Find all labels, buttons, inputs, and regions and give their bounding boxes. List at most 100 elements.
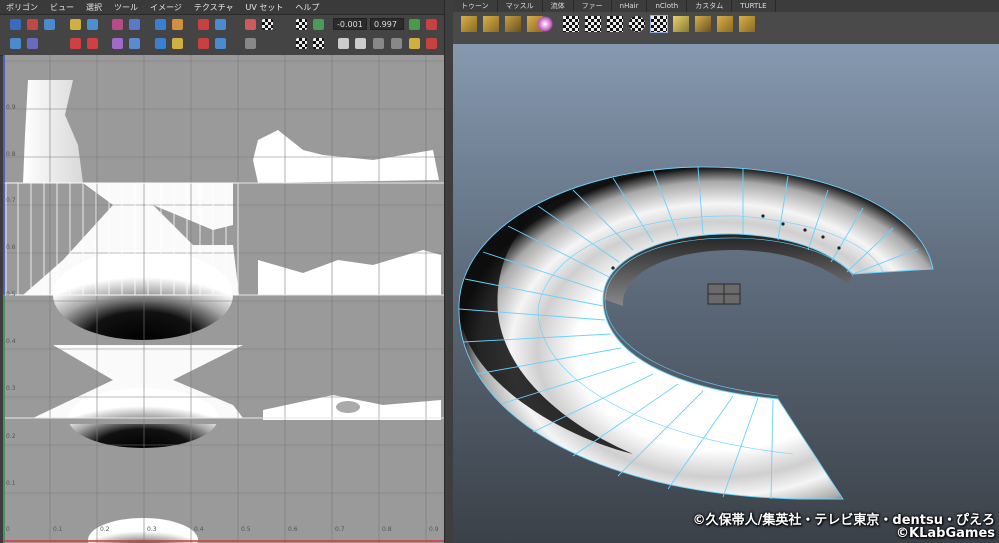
refresh-icon[interactable] — [426, 19, 437, 30]
uv-tool-icon[interactable] — [313, 19, 324, 30]
uv-tool-icon[interactable] — [44, 19, 55, 30]
tick-label: 0.7 — [335, 526, 345, 533]
shelf-tool-icon[interactable] — [717, 16, 733, 32]
perspective-viewport[interactable]: ©久保帯人/集英社・テレビ東京・dentsu・ぴえろ ©KLabGames — [453, 44, 999, 543]
shelf-tool-icon[interactable] — [673, 16, 689, 32]
uv-tool-icon[interactable] — [112, 19, 123, 30]
uv-tool-icon[interactable] — [129, 19, 140, 30]
tab-fluids[interactable]: 流体 — [543, 0, 574, 12]
tick-label: 0.6 — [6, 244, 16, 251]
uv-tool-icon[interactable] — [155, 19, 166, 30]
paste-icon[interactable] — [355, 38, 366, 49]
texture-patch — [253, 130, 439, 183]
tick-label: 0.1 — [6, 480, 16, 487]
tab-toon[interactable]: トゥーン — [453, 0, 498, 12]
uv-tool-icon[interactable] — [215, 19, 226, 30]
tick-label: 0.4 — [6, 338, 16, 345]
tick-label: 0.2 — [100, 526, 110, 533]
tab-nhair[interactable]: nHair — [612, 0, 648, 12]
tab-custom[interactable]: カスタム — [687, 0, 733, 12]
tick-label: 0.5 — [241, 526, 251, 533]
shelf-tool-icon[interactable] — [505, 16, 521, 32]
tick-label: 0.9 — [429, 526, 439, 533]
viewport-scene — [453, 44, 999, 543]
tab-fur[interactable]: ファー — [574, 0, 612, 12]
copy-icon[interactable] — [338, 38, 349, 49]
uv-canvas[interactable]: 0.9 0.8 0.7 0.6 0.5 0.4 0.3 0.2 0.1 0 0.… — [3, 55, 444, 543]
clipboard-icon[interactable] — [373, 38, 384, 49]
checker-icon[interactable] — [650, 15, 668, 33]
uv-tool-icon[interactable] — [10, 38, 21, 49]
checker-icon[interactable] — [296, 19, 307, 30]
tick-label: 0.5 — [6, 291, 16, 298]
menu-view[interactable]: ビュー — [50, 0, 74, 14]
clipboard-icon[interactable] — [391, 38, 402, 49]
menu-image[interactable]: イメージ — [150, 0, 182, 14]
refresh-icon[interactable] — [409, 19, 420, 30]
tick-label: 0.2 — [6, 433, 16, 440]
tick-label: 0.3 — [147, 526, 157, 533]
uv-tool-icon[interactable] — [27, 38, 38, 49]
uv-tool-icon[interactable] — [112, 38, 123, 49]
uv-tool-icon[interactable] — [426, 38, 437, 49]
uv-tool-icon[interactable] — [245, 38, 256, 49]
checker-icon[interactable] — [296, 38, 307, 49]
uv-tool-icon[interactable] — [155, 38, 166, 49]
menu-polygon[interactable]: ポリゴン — [6, 0, 38, 14]
image-icon[interactable] — [245, 19, 256, 30]
shelf-tool-icon[interactable] — [461, 16, 477, 32]
tick-label: 0.1 — [53, 526, 63, 533]
tick-label: 0.3 — [6, 385, 16, 392]
menu-tools[interactable]: ツール — [114, 0, 138, 14]
uv-menu-bar: ポリゴン ビュー 選択 ツール イメージ テクスチャ UV セット ヘルプ — [0, 0, 447, 15]
checker-icon[interactable] — [629, 16, 645, 32]
shelf-tool-icon[interactable] — [739, 16, 755, 32]
checker-icon[interactable] — [563, 16, 579, 32]
credit-line-2: ©KLabGames — [896, 526, 995, 541]
uv-tool-icon[interactable] — [215, 38, 226, 49]
tick-label: 0 — [6, 526, 10, 533]
shelf-tool-icon[interactable] — [695, 16, 711, 32]
move-icon[interactable] — [70, 19, 81, 30]
tick-label: 0.7 — [6, 197, 16, 204]
checker-icon[interactable] — [313, 38, 324, 49]
shelf: トゥーン マッスル 流体 ファー nHair nCloth カスタム TURTL… — [453, 0, 999, 44]
shelf-tool-icon[interactable] — [483, 16, 499, 32]
uv-coordinate-field-v[interactable]: 0.997 — [370, 18, 404, 30]
shelf-tab-bar: トゥーン マッスル 流体 ファー nHair nCloth カスタム TURTL… — [453, 0, 999, 12]
uv-texture-layout — [3, 55, 444, 543]
tab-ncloth[interactable]: nCloth — [647, 0, 688, 12]
uv-tool-icon[interactable] — [409, 38, 420, 49]
tick-label: 0.9 — [6, 104, 16, 111]
uv-tool-icon[interactable] — [10, 19, 21, 30]
uv-tool-icon[interactable] — [172, 19, 183, 30]
uv-toolbar: -0.001 0.997 — [0, 15, 447, 56]
uv-coordinate-field-u[interactable]: -0.001 — [333, 18, 367, 30]
uv-tool-icon[interactable] — [129, 38, 140, 49]
texture-patch — [258, 250, 441, 295]
uv-tool-icon[interactable] — [87, 38, 98, 49]
menu-uv-sets[interactable]: UV セット — [246, 0, 284, 14]
menu-select[interactable]: 選択 — [86, 0, 102, 14]
uv-tool-icon[interactable] — [172, 38, 183, 49]
tick-label: 0.4 — [194, 526, 204, 533]
move-icon[interactable] — [87, 19, 98, 30]
uv-texture-editor: ポリゴン ビュー 選択 ツール イメージ テクスチャ UV セット ヘルプ -0… — [0, 0, 447, 543]
tick-label: 0.8 — [6, 151, 16, 158]
checker-icon[interactable] — [585, 16, 601, 32]
texture-patch — [336, 401, 360, 413]
uv-tool-icon[interactable] — [198, 38, 209, 49]
checker-icon[interactable] — [607, 16, 623, 32]
uv-tool-icon[interactable] — [70, 38, 81, 49]
tick-label: 0.8 — [382, 526, 392, 533]
uv-tool-icon[interactable] — [198, 19, 209, 30]
light-icon[interactable] — [537, 16, 553, 32]
menu-textures[interactable]: テクスチャ — [194, 0, 234, 14]
tab-turtle[interactable]: TURTLE — [732, 0, 776, 12]
texture-patch — [23, 80, 83, 183]
tab-muscle[interactable]: マッスル — [498, 0, 543, 12]
menu-help[interactable]: ヘルプ — [295, 0, 319, 14]
checker-icon[interactable] — [262, 19, 273, 30]
uv-tool-icon[interactable] — [27, 19, 38, 30]
tick-label: 0.6 — [288, 526, 298, 533]
